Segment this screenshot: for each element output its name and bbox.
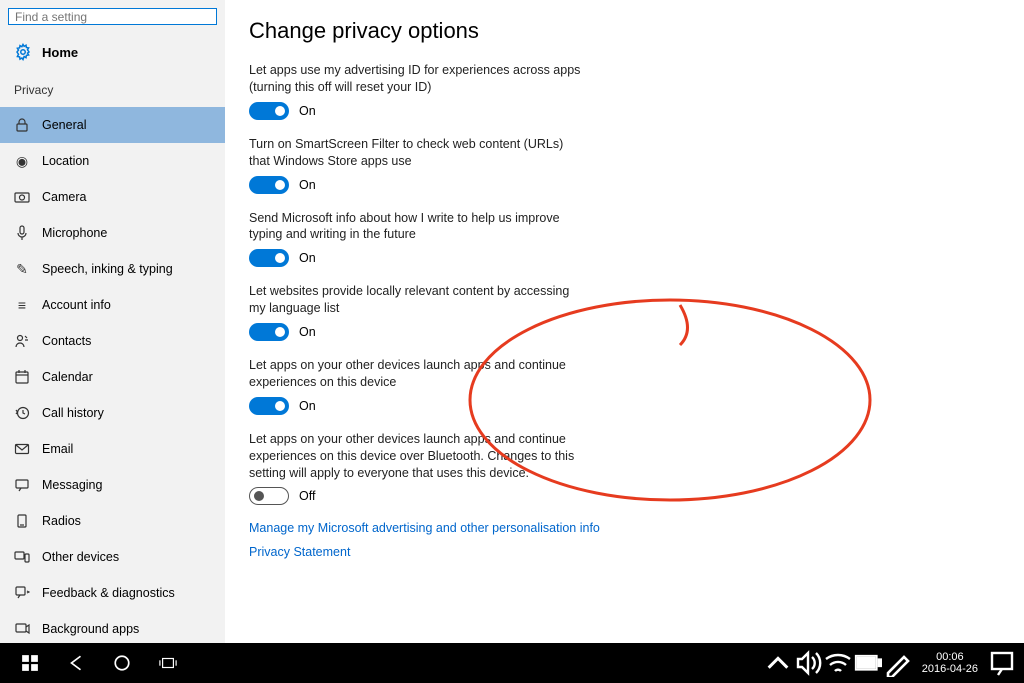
option-desc: Let apps on your other devices launch ap…	[249, 357, 584, 391]
battery-icon[interactable]	[854, 654, 882, 672]
nav-label: Messaging	[42, 478, 102, 492]
pen-icon[interactable]	[884, 649, 912, 677]
toggle-smartscreen[interactable]	[249, 176, 289, 194]
option-cross-device-bluetooth: Let apps on your other devices launch ap…	[249, 431, 584, 506]
toggle-typing-info[interactable]	[249, 249, 289, 267]
radios-icon	[14, 513, 30, 529]
wifi-icon[interactable]	[824, 649, 852, 677]
home-label: Home	[42, 45, 78, 60]
contacts-icon	[14, 333, 30, 349]
nav-feedback[interactable]: Feedback & diagnostics	[0, 575, 225, 611]
section-label: Privacy	[0, 73, 225, 107]
option-cross-device: Let apps on your other devices launch ap…	[249, 357, 584, 415]
nav-label: Contacts	[42, 334, 91, 348]
toggle-state: On	[299, 251, 316, 265]
taskbar: 00:06 2016-04-26	[0, 643, 1024, 683]
nav-calendar[interactable]: Calendar	[0, 359, 225, 395]
notifications-icon[interactable]	[988, 649, 1016, 677]
option-advertising-id: Let apps use my advertising ID for exper…	[249, 62, 584, 120]
nav-label: Email	[42, 442, 73, 456]
gear-icon	[14, 43, 32, 61]
location-icon: ◉	[14, 153, 30, 169]
nav-label: Calendar	[42, 370, 93, 384]
nav-email[interactable]: Email	[0, 431, 225, 467]
nav-label: Radios	[42, 514, 81, 528]
devices-icon	[14, 549, 30, 565]
volume-icon[interactable]	[794, 649, 822, 677]
toggle-cross-device[interactable]	[249, 397, 289, 415]
option-desc: Send Microsoft info about how I write to…	[249, 210, 584, 244]
email-icon	[14, 441, 30, 457]
nav-label: Camera	[42, 190, 86, 204]
nav-general[interactable]: General	[0, 107, 225, 143]
nav-account[interactable]: ≡ Account info	[0, 287, 225, 323]
toggle-state: On	[299, 325, 316, 339]
toggle-advertising-id[interactable]	[249, 102, 289, 120]
feedback-icon	[14, 585, 30, 601]
speech-icon: ✎	[14, 261, 30, 277]
nav-label: Microphone	[42, 226, 107, 240]
toggle-state: On	[299, 399, 316, 413]
nav-microphone[interactable]: Microphone	[0, 215, 225, 251]
back-button[interactable]	[54, 643, 98, 683]
nav-background[interactable]: Background apps	[0, 611, 225, 647]
nav-callhistory[interactable]: Call history	[0, 395, 225, 431]
option-typing-info: Send Microsoft info about how I write to…	[249, 210, 584, 268]
toggle-state: On	[299, 104, 316, 118]
nav-label: Other devices	[42, 550, 119, 564]
link-privacy-statement[interactable]: Privacy Statement	[249, 545, 1000, 559]
home-button[interactable]: Home	[0, 37, 225, 73]
nav-label: Account info	[42, 298, 111, 312]
search-box[interactable]	[8, 8, 217, 25]
messaging-icon	[14, 477, 30, 493]
history-icon	[14, 405, 30, 421]
nav-messaging[interactable]: Messaging	[0, 467, 225, 503]
option-smartscreen: Turn on SmartScreen Filter to check web …	[249, 136, 584, 194]
clock-time: 00:06	[922, 651, 978, 663]
clock-date: 2016-04-26	[922, 663, 978, 675]
nav-label: Location	[42, 154, 89, 168]
nav-label: Background apps	[42, 622, 139, 636]
background-icon	[14, 621, 30, 637]
main-content: Change privacy options Let apps use my a…	[225, 0, 1024, 643]
camera-icon	[14, 189, 30, 205]
option-language-list: Let websites provide locally relevant co…	[249, 283, 584, 341]
clock[interactable]: 00:06 2016-04-26	[914, 651, 986, 675]
nav-radios[interactable]: Radios	[0, 503, 225, 539]
nav-speech[interactable]: ✎ Speech, inking & typing	[0, 251, 225, 287]
account-icon: ≡	[14, 297, 30, 313]
nav-camera[interactable]: Camera	[0, 179, 225, 215]
nav-contacts[interactable]: Contacts	[0, 323, 225, 359]
microphone-icon	[14, 225, 30, 241]
toggle-cross-device-bluetooth[interactable]	[249, 487, 289, 505]
start-button[interactable]	[8, 643, 52, 683]
option-desc: Let apps on your other devices launch ap…	[249, 431, 584, 482]
nav-otherdevices[interactable]: Other devices	[0, 539, 225, 575]
nav-label: Speech, inking & typing	[42, 262, 173, 276]
option-desc: Turn on SmartScreen Filter to check web …	[249, 136, 584, 170]
toggle-language-list[interactable]	[249, 323, 289, 341]
option-desc: Let apps use my advertising ID for exper…	[249, 62, 584, 96]
lock-icon	[14, 117, 30, 133]
toggle-state: Off	[299, 489, 315, 503]
nav-label: General	[42, 118, 86, 132]
tray-chevron-icon[interactable]	[764, 649, 792, 677]
link-manage-ads[interactable]: Manage my Microsoft advertising and othe…	[249, 521, 1000, 535]
calendar-icon	[14, 369, 30, 385]
cortana-button[interactable]	[100, 643, 144, 683]
page-title: Change privacy options	[249, 18, 1000, 44]
toggle-state: On	[299, 178, 316, 192]
taskview-button[interactable]	[146, 643, 190, 683]
nav-label: Feedback & diagnostics	[42, 586, 175, 600]
nav-location[interactable]: ◉ Location	[0, 143, 225, 179]
option-desc: Let websites provide locally relevant co…	[249, 283, 584, 317]
sidebar: Home Privacy General ◉ Location Camera M…	[0, 0, 225, 643]
nav-label: Call history	[42, 406, 104, 420]
search-input[interactable]	[15, 10, 210, 24]
